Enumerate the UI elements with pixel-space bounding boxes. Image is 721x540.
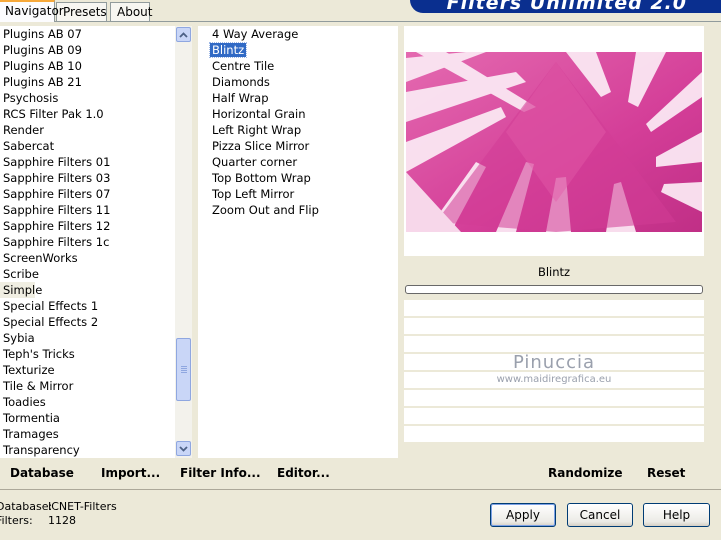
database-value: ICNET-Filters: [48, 500, 117, 513]
category-item[interactable]: Plugins AB 07: [0, 26, 175, 42]
filter-item-label: Centre Tile: [212, 59, 275, 73]
watermark-url: www.maidiregrafica.eu: [496, 374, 612, 385]
param-row: [404, 408, 704, 426]
filter-item[interactable]: Pizza Slice Mirror: [198, 138, 398, 154]
filters-value: 1128: [48, 514, 76, 527]
category-item[interactable]: Sapphire Filters 12: [0, 218, 175, 234]
chevron-down-icon: [179, 445, 188, 452]
database-label: Database:: [0, 500, 53, 513]
category-item[interactable]: Transparency: [0, 442, 175, 458]
chevron-up-icon: [179, 31, 188, 38]
filter-item[interactable]: Diamonds: [198, 74, 398, 90]
filter-item[interactable]: Blintz: [198, 42, 398, 58]
filter-item[interactable]: Centre Tile: [198, 58, 398, 74]
apply-button[interactable]: Apply: [490, 503, 556, 527]
tab-strip: Navigator Presets About: [0, 0, 400, 22]
filter-item[interactable]: Top Left Mirror: [198, 186, 398, 202]
selected-filter-name: Blintz: [537, 265, 571, 279]
scroll-up-button[interactable]: [176, 27, 191, 42]
tab-navigator[interactable]: Navigator: [0, 0, 64, 22]
category-item[interactable]: Special Effects 2: [0, 314, 175, 330]
category-item[interactable]: Plugins AB 21: [0, 74, 175, 90]
category-item[interactable]: Tramages: [0, 426, 175, 442]
category-scrollbar[interactable]: [175, 26, 192, 458]
watermark-name: Pinuccia: [512, 352, 596, 373]
tab-divider: [0, 21, 721, 22]
filter-item[interactable]: Horizontal Grain: [198, 106, 398, 122]
cancel-button[interactable]: Cancel: [567, 503, 633, 527]
filter-item-label: Quarter corner: [212, 155, 298, 169]
category-item[interactable]: Tile & Mirror: [0, 378, 175, 394]
param-row: [404, 300, 704, 318]
category-item[interactable]: RCS Filter Pak 1.0: [0, 106, 175, 122]
tab-about[interactable]: About: [110, 2, 152, 21]
filters-label: Filters:: [0, 514, 33, 527]
scroll-down-button[interactable]: [176, 441, 191, 456]
filter-item[interactable]: 4 Way Average: [198, 26, 398, 42]
param-row: [404, 426, 704, 444]
category-item[interactable]: Sapphire Filters 1c: [0, 234, 175, 250]
randomize-button[interactable]: Randomize: [548, 466, 622, 480]
filter-item[interactable]: Quarter corner: [198, 154, 398, 170]
category-item[interactable]: ScreenWorks: [0, 250, 175, 266]
help-button[interactable]: Help: [643, 503, 710, 527]
command-bar-right: Randomize Reset: [404, 462, 721, 486]
command-bar-left: Database Import... Filter Info... Editor…: [0, 462, 400, 486]
filter-item-label: Left Right Wrap: [212, 123, 302, 137]
filter-item-label: 4 Way Average: [212, 27, 299, 41]
category-item[interactable]: Plugins AB 10: [0, 58, 175, 74]
category-item[interactable]: Sapphire Filters 01: [0, 154, 175, 170]
param-row: [404, 390, 704, 408]
reset-button[interactable]: Reset: [647, 466, 685, 480]
progress-bar: [405, 285, 703, 294]
category-item[interactable]: Sapphire Filters 07: [0, 186, 175, 202]
filter-item[interactable]: Zoom Out and Flip: [198, 202, 398, 218]
category-item[interactable]: Texturize: [0, 362, 175, 378]
param-row: [404, 318, 704, 336]
scroll-thumb[interactable]: [176, 338, 191, 401]
category-item[interactable]: Toadies: [0, 394, 175, 410]
category-item[interactable]: Scribe: [0, 266, 175, 282]
app-banner: Filters Unlimited 2.0: [410, 0, 721, 13]
category-item[interactable]: Sapphire Filters 11: [0, 202, 175, 218]
preview-image: [406, 52, 702, 232]
filter-item-label: Pizza Slice Mirror: [212, 139, 310, 153]
category-item[interactable]: Simple: [0, 282, 42, 298]
category-item[interactable]: Sabercat: [0, 138, 175, 154]
filter-item[interactable]: Half Wrap: [198, 90, 398, 106]
category-item[interactable]: Plugins AB 09: [0, 42, 175, 58]
category-list[interactable]: Plugins AB 07 Plugins AB 09 Plugins AB 10 P…: [0, 26, 175, 458]
preview-panel: [404, 26, 704, 256]
filter-item-label: Horizontal Grain: [212, 107, 306, 121]
category-item[interactable]: Tormentia: [0, 410, 175, 426]
filter-item-label: Top Bottom Wrap: [212, 171, 311, 185]
filter-item-label: Blintz: [208, 42, 248, 58]
category-item[interactable]: Special Effects 1: [0, 298, 175, 314]
divider: [0, 489, 721, 490]
category-item[interactable]: Psychosis: [0, 90, 175, 106]
import-button[interactable]: Import...: [101, 466, 160, 480]
filter-item-label: Zoom Out and Flip: [212, 203, 319, 217]
category-item[interactable]: Sybia: [0, 330, 175, 346]
database-button[interactable]: Database: [10, 466, 74, 480]
filter-item-label: Top Left Mirror: [212, 187, 295, 201]
category-item[interactable]: Teph's Tricks: [0, 346, 175, 362]
category-item[interactable]: Render: [0, 122, 175, 138]
editor-button[interactable]: Editor...: [277, 466, 330, 480]
filter-item-label: Diamonds: [212, 75, 270, 89]
filter-info-button[interactable]: Filter Info...: [180, 466, 261, 480]
filter-item-label: Half Wrap: [212, 91, 269, 105]
category-item[interactable]: Sapphire Filters 03: [0, 170, 175, 186]
filter-list[interactable]: 4 Way Average Blintz Centre Tile Diamonds Ha…: [198, 26, 398, 458]
filter-item[interactable]: Left Right Wrap: [198, 122, 398, 138]
app-title: Filters Unlimited 2.0: [446, 0, 687, 13]
filter-item[interactable]: Top Bottom Wrap: [198, 170, 398, 186]
grip-icon: [180, 366, 187, 373]
